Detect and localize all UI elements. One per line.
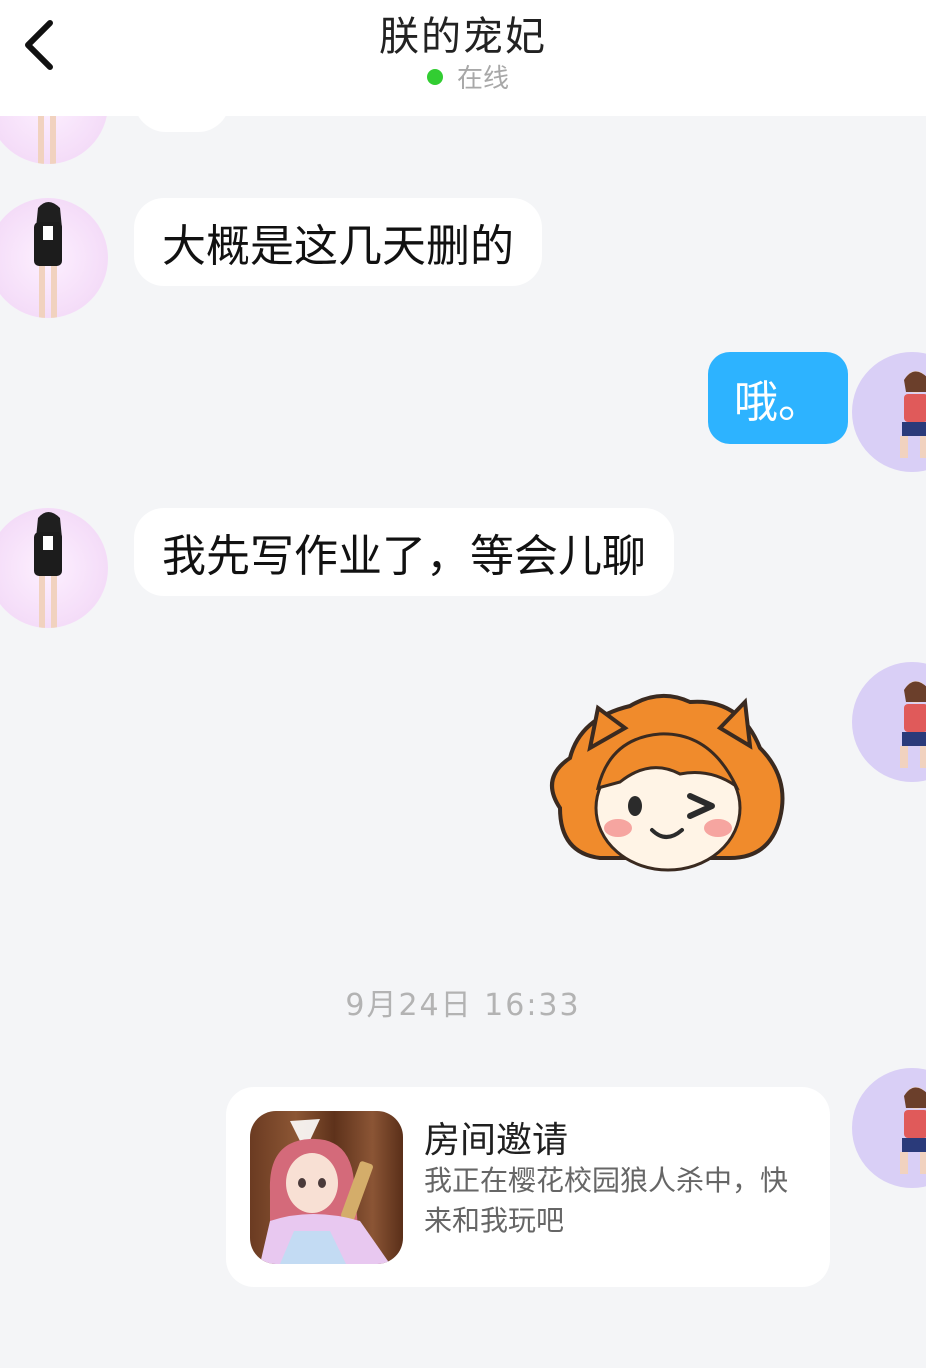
girl-avatar-icon (900, 1087, 926, 1174)
my-avatar[interactable] (852, 1068, 926, 1188)
girl-avatar-icon (34, 202, 62, 318)
online-status: 在线 (0, 58, 926, 95)
girl-avatar-icon (900, 371, 926, 458)
room-invite-card[interactable]: 房间邀请 我正在樱花校园狼人杀中，快来和我玩吧 (226, 1087, 830, 1287)
message-text: 我先写作业了，等会儿聊 (162, 531, 646, 582)
winking-girl-sticker[interactable] (540, 688, 792, 878)
chat-header: 朕的宠妃 在线 (0, 0, 926, 116)
girl-avatar-icon (900, 681, 926, 768)
invite-description: 我正在樱花校园狼人杀中，快来和我玩吧 (424, 1164, 789, 1237)
incoming-message-bubble[interactable]: 大概是这几天删的 (134, 198, 542, 286)
invite-title: 房间邀请 (424, 1120, 569, 1161)
contact-avatar[interactable] (0, 508, 108, 628)
chat-title: 朕的宠妃 (379, 14, 547, 60)
my-avatar[interactable] (852, 662, 926, 782)
winking-girl-sticker-icon (550, 693, 785, 872)
anime-girl-with-gun-icon (260, 1119, 390, 1264)
my-avatar[interactable] (852, 352, 926, 472)
message-timestamp: 9月24日 16:33 (345, 988, 581, 1023)
outgoing-message-bubble[interactable]: 哦。 (708, 352, 848, 444)
online-status-text: 在线 (456, 64, 509, 94)
incoming-message-bubble[interactable]: 我先写作业了，等会儿聊 (134, 508, 674, 596)
online-dot-icon (426, 68, 443, 85)
contact-avatar[interactable] (0, 198, 108, 318)
game-thumbnail (250, 1111, 403, 1264)
message-text: 大概是这几天删的 (162, 221, 514, 272)
message-text: 哦。 (734, 377, 822, 428)
girl-avatar-icon (34, 512, 62, 628)
